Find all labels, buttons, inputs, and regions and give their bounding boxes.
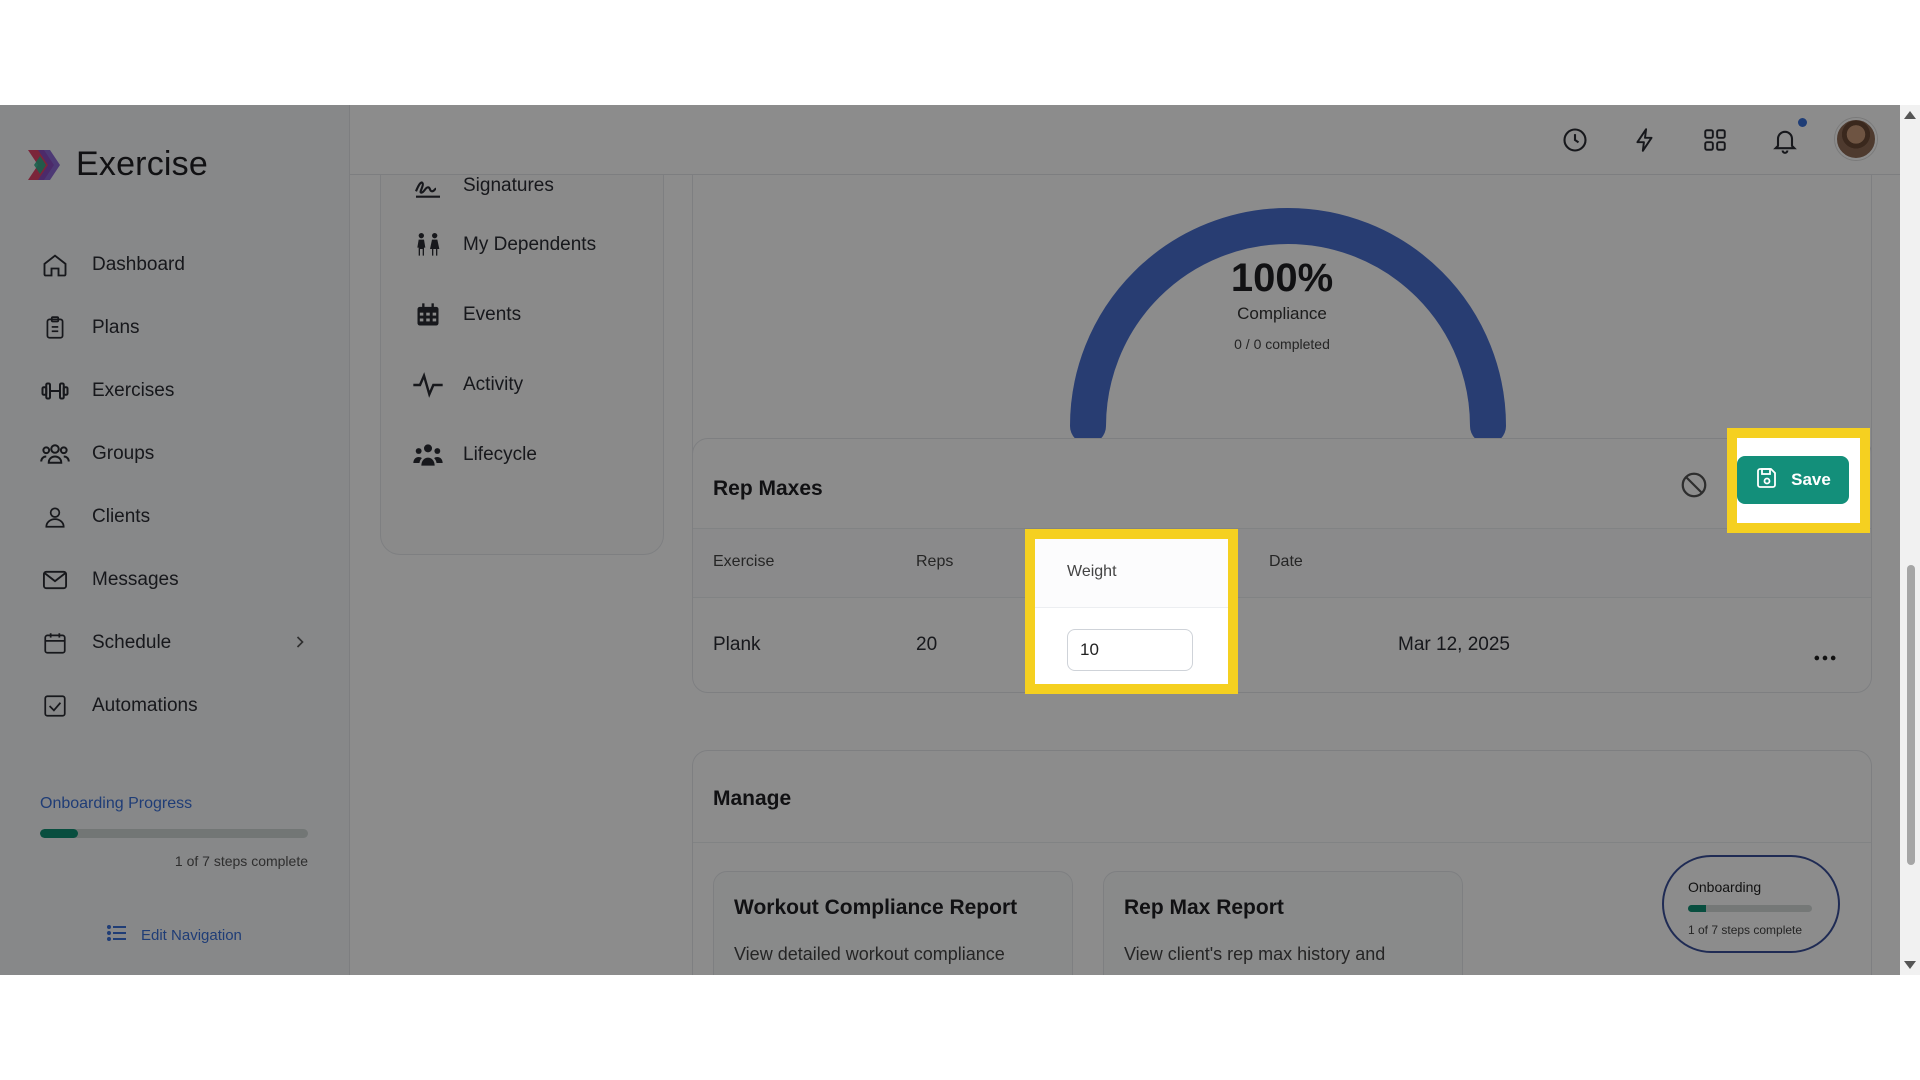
- submenu-item-label: My Dependents: [463, 234, 597, 255]
- sidebar-item-label: Groups: [92, 443, 155, 464]
- notification-dot: [1798, 118, 1807, 127]
- rep-maxes-card: Rep Maxes Exercise Reps Date Plank 20 Ma…: [692, 438, 1872, 693]
- onboarding-progress-bar: [40, 829, 308, 838]
- bell-icon[interactable]: [1767, 122, 1803, 158]
- workout-compliance-report-tile[interactable]: Workout Compliance Report View detailed …: [713, 871, 1073, 975]
- dumbbell-icon: [40, 376, 70, 406]
- sidebar-item-label: Clients: [92, 506, 151, 527]
- apps-grid-icon[interactable]: [1697, 122, 1733, 158]
- onboarding-widget-steps: 1 of 7 steps complete: [1688, 923, 1803, 937]
- submenu-item-lifecycle[interactable]: Lifecycle: [411, 438, 537, 472]
- compliance-completed: 0 / 0 completed: [1234, 336, 1330, 352]
- report-title: Rep Max Report: [1124, 896, 1284, 919]
- column-header-exercise: Exercise: [713, 553, 775, 570]
- save-highlight: Save: [1727, 428, 1870, 533]
- sidebar-item-exercises[interactable]: Exercises: [40, 374, 174, 408]
- sidebar-item-schedule[interactable]: Schedule: [40, 626, 304, 660]
- submenu-item-label: Activity: [463, 374, 524, 395]
- home-icon: [40, 250, 70, 280]
- app-logo[interactable]: Exercise: [24, 145, 208, 184]
- cell-exercise: Plank: [713, 634, 761, 655]
- onboarding-widget-fill: [1688, 905, 1706, 912]
- sidebar-item-clients[interactable]: Clients: [40, 500, 150, 534]
- sidebar-item-label: Dashboard: [92, 254, 185, 275]
- onboarding-widget-bar: [1688, 905, 1812, 912]
- weight-highlight: Weight: [1025, 529, 1238, 694]
- compliance-label: Compliance: [1237, 304, 1327, 323]
- cell-reps: 20: [916, 634, 938, 655]
- chevron-right-icon[interactable]: [290, 632, 310, 658]
- cancel-edit-icon[interactable]: [1679, 470, 1709, 500]
- report-description: View client's rep max history and: [1124, 944, 1386, 964]
- people-group-icon: [411, 438, 445, 472]
- clock-icon[interactable]: [1557, 122, 1593, 158]
- cell-date: Mar 12, 2025: [1398, 634, 1510, 655]
- app-window: Exercise Dashboard Plans Exercises Group…: [0, 105, 1920, 975]
- submenu-item-events[interactable]: Events: [411, 298, 521, 332]
- users-icon: [40, 439, 70, 469]
- manage-title: Manage: [713, 787, 792, 810]
- save-label: Save: [1791, 470, 1831, 489]
- app-title: Exercise: [76, 145, 208, 183]
- sidebar-item-label: Plans: [92, 317, 140, 338]
- logo-icon: [24, 146, 62, 184]
- scroll-up-arrow-icon[interactable]: [1904, 111, 1916, 119]
- weight-header-cell: Weight: [1035, 539, 1228, 608]
- calendar-grid-icon: [411, 298, 445, 332]
- sidebar-item-label: Schedule: [92, 632, 172, 653]
- onboarding-progress-fill: [40, 829, 79, 838]
- onboarding-progress-link[interactable]: Onboarding Progress: [40, 795, 192, 813]
- scrollbar-thumb[interactable]: [1907, 565, 1915, 865]
- list-icon: [105, 921, 129, 949]
- activity-icon: [411, 368, 445, 402]
- report-description: View detailed workout compliance statist…: [734, 944, 1005, 975]
- clipboard-icon: [40, 313, 70, 343]
- sidebar-item-label: Automations: [92, 695, 198, 716]
- weight-input[interactable]: [1067, 629, 1193, 671]
- sidebar-item-automations[interactable]: Automations: [40, 689, 198, 723]
- topbar: [350, 105, 1920, 175]
- sidebar-item-plans[interactable]: Plans: [40, 311, 140, 345]
- sidebar-item-label: Messages: [92, 569, 179, 590]
- sidebar: Exercise Dashboard Plans Exercises Group…: [0, 105, 350, 975]
- user-icon: [40, 502, 70, 532]
- calendar-icon: [40, 628, 70, 658]
- save-button[interactable]: Save: [1737, 456, 1849, 504]
- submenu-item-activity[interactable]: Activity: [411, 368, 523, 402]
- scroll-down-arrow-icon[interactable]: [1904, 961, 1916, 969]
- onboarding-widget[interactable]: Onboarding 1 of 7 steps complete: [1662, 855, 1840, 953]
- divider: [693, 842, 1871, 843]
- onboarding-steps-text: 1 of 7 steps complete: [174, 853, 308, 869]
- rep-maxes-table-header: Exercise Reps Date: [693, 528, 1871, 598]
- rep-max-report-tile[interactable]: Rep Max Report View client's rep max his…: [1103, 871, 1463, 975]
- submenu-item-label: Lifecycle: [463, 444, 537, 465]
- onboarding-widget-title: Onboarding: [1688, 879, 1762, 895]
- sidebar-item-label: Exercises: [92, 380, 175, 401]
- column-header-weight: Weight: [1067, 563, 1117, 580]
- sidebar-item-messages[interactable]: Messages: [40, 563, 179, 597]
- compliance-percent: 100%: [1230, 256, 1334, 300]
- more-options-icon[interactable]: [1811, 644, 1839, 677]
- profile-submenu: Signatures My Dependents Events Activity…: [380, 145, 664, 555]
- report-title: Workout Compliance Report: [734, 896, 1018, 919]
- submenu-item-label: Events: [463, 304, 522, 325]
- rep-maxes-title: Rep Maxes: [713, 477, 823, 500]
- edit-navigation-label: Edit Navigation: [141, 926, 242, 944]
- submenu-item-label: Signatures: [463, 175, 554, 196]
- submenu-item-my-dependents[interactable]: My Dependents: [411, 228, 596, 262]
- column-header-reps: Reps: [916, 553, 954, 570]
- save-icon: [1755, 466, 1779, 495]
- family-icon: [411, 228, 445, 262]
- column-header-date: Date: [1269, 553, 1303, 570]
- lightning-icon[interactable]: [1627, 122, 1663, 158]
- avatar[interactable]: [1835, 118, 1877, 160]
- checkbox-icon: [40, 691, 70, 721]
- edit-navigation-button[interactable]: Edit Navigation: [105, 921, 242, 949]
- mail-icon: [40, 565, 70, 595]
- sidebar-item-dashboard[interactable]: Dashboard: [40, 248, 185, 282]
- sidebar-item-groups[interactable]: Groups: [40, 437, 154, 471]
